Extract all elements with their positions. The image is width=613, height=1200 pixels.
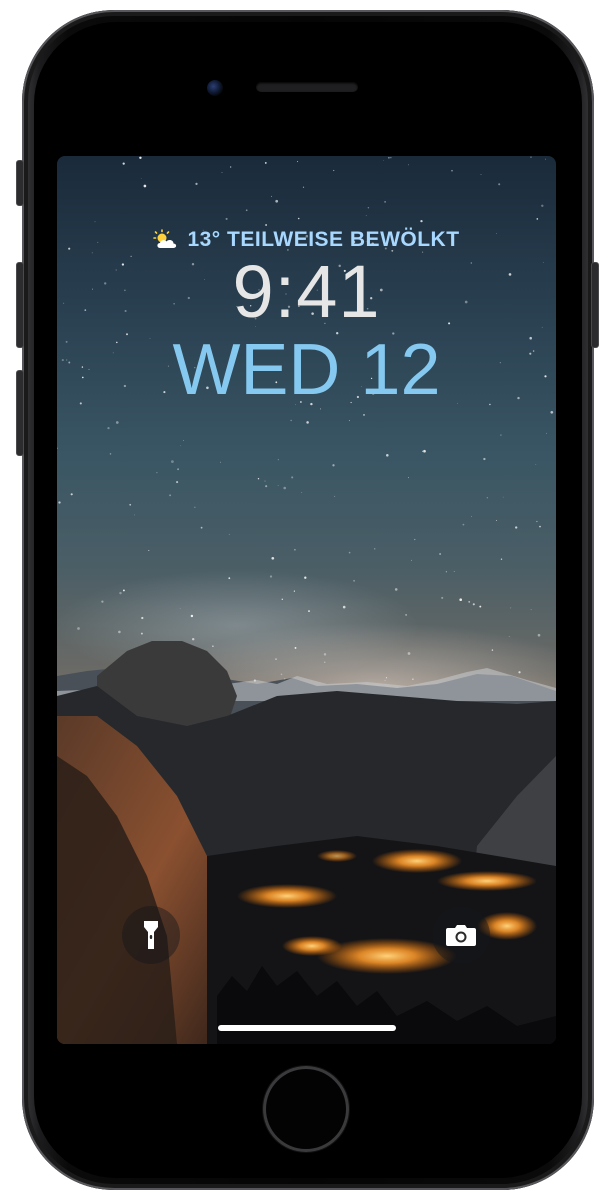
mute-switch[interactable] — [16, 160, 24, 206]
clock-date: WED 12 — [172, 330, 441, 410]
camera-button[interactable] — [432, 906, 490, 964]
flashlight-icon — [144, 921, 158, 949]
weather-widget: 13° TEILWEISE BEWÖLKT — [0, 228, 613, 252]
weather-text: 13° TEILWEISE BEWÖLKT — [187, 228, 460, 251]
flashlight-button[interactable] — [122, 906, 180, 964]
front-camera — [207, 80, 223, 96]
partly-cloudy-sun-icon — [153, 229, 177, 248]
home-button[interactable] — [263, 1066, 349, 1152]
clock-time: 9:41 — [232, 250, 381, 333]
camera-icon — [446, 925, 476, 946]
earpiece-speaker — [256, 82, 358, 92]
home-indicator-bar[interactable] — [218, 1025, 396, 1031]
